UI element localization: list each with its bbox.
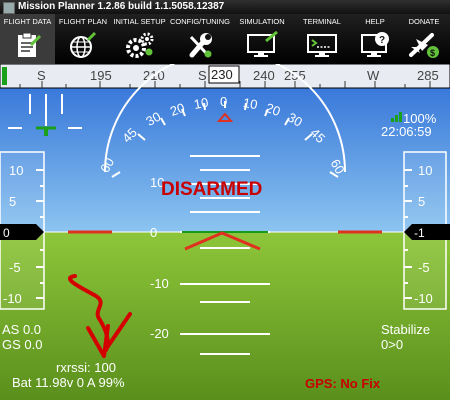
tab-initial-setup-label: INITIAL SETUP xyxy=(113,17,166,26)
app-icon xyxy=(3,2,15,14)
plane-dollar-icon: $ xyxy=(409,33,439,58)
airspeed-readout: AS 0.0 xyxy=(2,322,41,337)
wrench-icon xyxy=(189,33,212,58)
speed-tape-label: -10 xyxy=(3,291,22,306)
clipboard-icon xyxy=(17,32,41,57)
tab-config-tuning-label: CONFIG/TUNING xyxy=(170,17,230,26)
roll-label: 10 xyxy=(193,95,210,112)
tab-simulation-label: SIMULATION xyxy=(239,17,285,26)
tab-flight-plan[interactable]: FLIGHT PLAN xyxy=(55,14,111,64)
tab-flight-data-label: FLIGHT DATA xyxy=(3,17,52,26)
gears-icon xyxy=(125,32,153,58)
clock: 22:06:59 xyxy=(381,124,432,139)
hud-canvas: S 195 210 S 240 255 W 285 230 60 45 30 2… xyxy=(0,64,450,400)
gps-status: GPS: No Fix xyxy=(305,376,381,391)
speed-tape-label: 5 xyxy=(9,194,16,209)
window-title: Mission Planner 1.2.86 build 1.1.5058.12… xyxy=(18,1,225,12)
speed-current-value: 0 xyxy=(3,226,10,240)
tab-config-tuning[interactable]: CONFIG/TUNING xyxy=(168,14,232,64)
altitude-tape-label: 10 xyxy=(418,163,432,178)
tab-donate[interactable]: DONATE $ xyxy=(398,14,450,64)
heading-label: S xyxy=(198,68,207,83)
rssi-readout: rxrssi: 100 xyxy=(56,360,116,375)
tab-help-label: HELP xyxy=(365,17,385,26)
speed-tape-label: 10 xyxy=(9,163,23,178)
left-speed-tape: 10 5 -5 -10 0 xyxy=(0,151,45,310)
altitude-tape-label: -5 xyxy=(418,260,430,275)
tab-initial-setup[interactable]: INITIAL SETUP xyxy=(111,14,168,64)
terminal-icon xyxy=(307,34,337,57)
right-altitude-tape: 10 5 -5 -10 -1 xyxy=(403,151,450,310)
altitude-tape-label: -10 xyxy=(414,291,433,306)
heading-label: 240 xyxy=(253,68,275,83)
heading-label: S xyxy=(37,68,46,83)
groundspeed-readout: GS 0.0 xyxy=(2,337,42,352)
pitch-label: -10 xyxy=(150,276,169,291)
tab-flight-plan-label: FLIGHT PLAN xyxy=(58,17,108,26)
tab-terminal-label: TERMINAL xyxy=(303,17,341,26)
svg-text:?: ? xyxy=(379,35,385,46)
armed-status: DISARMED xyxy=(161,179,262,200)
sky xyxy=(0,64,450,232)
main-toolbar: FLIGHT DATA FLIGHT PLAN INITIAL SETUP CO… xyxy=(0,14,450,64)
pitch-label: -20 xyxy=(150,326,169,341)
tab-help[interactable]: HELP ? xyxy=(352,14,398,64)
roll-label: 10 xyxy=(242,95,259,112)
heading-current: 230 xyxy=(211,67,233,82)
speed-tape-label: -5 xyxy=(9,260,21,275)
tab-donate-label: DONATE xyxy=(408,17,440,26)
heading-label: 285 xyxy=(417,68,439,83)
window-title-bar: Mission Planner 1.2.86 build 1.1.5058.12… xyxy=(0,0,450,14)
hud-display: S 195 210 S 240 255 W 285 230 60 45 30 2… xyxy=(0,64,450,400)
svg-text:$: $ xyxy=(430,48,435,58)
monitor-plane-icon xyxy=(247,31,278,57)
roll-label: 0 xyxy=(220,94,227,109)
flight-mode: Stabilize xyxy=(381,322,430,337)
altitude-tape-label: 5 xyxy=(418,194,425,209)
altitude-current-value: -1 xyxy=(414,226,425,240)
tab-terminal[interactable]: TERMINAL xyxy=(292,14,352,64)
battery-readout: Bat 11.98v 0 A 99% xyxy=(12,375,125,390)
help-monitor-icon: ? xyxy=(361,32,389,57)
globe-icon xyxy=(70,31,97,58)
pitch-label: 0 xyxy=(150,225,157,240)
waypoint-readout: 0>0 xyxy=(381,337,403,352)
heading-tape: S 195 210 S 240 255 W 285 230 xyxy=(0,64,450,89)
heading-label: 195 xyxy=(90,68,112,83)
heading-label: W xyxy=(367,68,380,83)
tab-flight-data[interactable]: FLIGHT DATA xyxy=(0,14,55,64)
tab-simulation[interactable]: SIMULATION xyxy=(232,14,292,64)
